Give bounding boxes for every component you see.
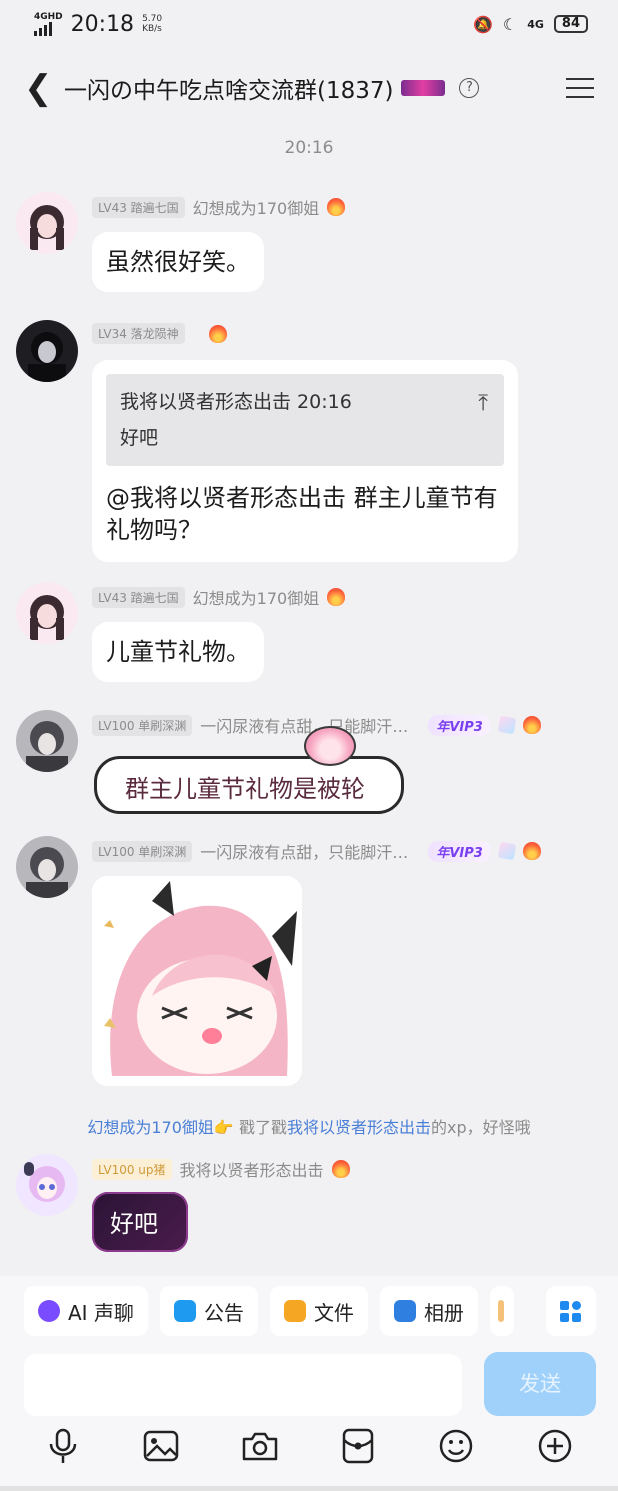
send-button[interactable]: 发送 — [484, 1352, 596, 1416]
sender-name[interactable]: 幻想成为170御姐 — [193, 585, 320, 609]
back-button[interactable]: ❮ — [24, 68, 58, 108]
vip-badge: 年VIP3 — [428, 840, 491, 862]
clock: 20:18 — [70, 11, 135, 37]
fire-icon — [331, 1160, 350, 1178]
image-icon[interactable] — [141, 1426, 181, 1466]
avatar[interactable] — [16, 582, 78, 644]
input-toolbar: AI 声聊 公告 文件 相册 发送 — [0, 1276, 618, 1486]
level-badge: LV100 单刷深渊 — [92, 840, 193, 862]
fire-icon — [327, 588, 346, 606]
apps-grid-icon — [560, 1300, 581, 1322]
message-bubble[interactable]: 儿童节礼物。 — [92, 622, 264, 682]
fire-icon — [327, 198, 346, 216]
fire-icon — [208, 324, 227, 343]
level-badge: LV34 落龙陨神 — [92, 323, 185, 344]
quoted-message[interactable]: 我将以贤者形态出击 20:16 好吧 ⤒ — [106, 374, 504, 466]
level-badge: LV100 up猪 — [92, 1158, 172, 1180]
status-bar: 4GHD 20:18 5.70 KB/s 🔕 ☾ 4G 84 — [0, 0, 618, 48]
avatar[interactable] — [16, 192, 78, 254]
notice-target[interactable]: 我将以贤者形态出击 — [287, 1118, 431, 1137]
mute-icon: 🔕 — [472, 14, 493, 34]
signal-4g-icon: 4G — [527, 17, 544, 31]
avatar[interactable] — [16, 1154, 78, 1216]
chat-area[interactable]: 20:16 LV43 踏遍七国 幻想成为170御姐 虽然很好笑。 LV34 落龙… — [0, 126, 618, 1276]
ai-voice-icon — [38, 1300, 60, 1322]
moon-icon: ☾ — [502, 14, 518, 34]
network-indicator: 4GHD — [34, 12, 63, 36]
bottom-divider — [0, 1486, 618, 1491]
chip-album[interactable]: 相册 — [379, 1286, 478, 1336]
level-badge: LV43 踏遍七国 — [92, 196, 185, 218]
announcement-icon — [173, 1300, 196, 1322]
avatar[interactable] — [16, 710, 78, 772]
folder-icon — [283, 1300, 306, 1322]
chip-files[interactable]: 文件 — [269, 1286, 368, 1336]
sender-name[interactable]: 幻想成为170御姐 — [193, 195, 320, 219]
sender-name[interactable]: 一闪尿液有点甜，只能脚汗… — [200, 839, 408, 863]
avatar[interactable] — [16, 836, 78, 898]
level-badge: LV43 踏遍七国 — [92, 586, 185, 608]
chip-ai-voice[interactable]: AI 声聊 — [24, 1286, 148, 1336]
chip-more-partial[interactable] — [489, 1286, 514, 1336]
red-packet-icon[interactable] — [338, 1426, 378, 1466]
bubble-decoration-icon — [304, 726, 356, 766]
message-input[interactable] — [24, 1354, 462, 1416]
notice-actor[interactable]: 幻想成为170御姐 — [87, 1118, 214, 1137]
input-icons-row — [0, 1426, 618, 1466]
apps-button[interactable] — [546, 1286, 596, 1336]
sticker-image[interactable] — [92, 876, 302, 1086]
battery-indicator: 84 — [553, 15, 588, 33]
jump-to-quote-icon[interactable]: ⤒ — [478, 386, 488, 422]
sender-name[interactable]: 我将以贤者形态出击 — [180, 1157, 324, 1181]
message-timestamp: 20:16 — [284, 138, 334, 158]
microphone-icon[interactable] — [43, 1426, 83, 1466]
menu-icon[interactable] — [566, 78, 594, 98]
plus-icon[interactable] — [535, 1426, 575, 1466]
cube-badge-icon — [497, 715, 517, 735]
chip-announcement[interactable]: 公告 — [159, 1286, 258, 1336]
net-speed: 5.70 KB/s — [142, 14, 163, 34]
sender-name[interactable]: 一闪尿液有点甜，只能脚汗… — [200, 713, 408, 737]
level-badge: LV100 单刷深渊 — [92, 714, 193, 736]
message-bubble[interactable]: 我将以贤者形态出击 20:16 好吧 ⤒ @我将以贤者形态出击 群主儿童节有礼物… — [92, 360, 518, 562]
chat-header: ❮ 一闪の中午吃点啥交流群(1837) ? — [0, 52, 618, 124]
message-bubble[interactable]: 群主儿童节礼物是被轮 — [94, 756, 404, 814]
group-tag-badge — [401, 80, 446, 96]
quick-actions: AI 声聊 公告 文件 相册 — [24, 1286, 514, 1336]
emoji-icon[interactable] — [436, 1426, 476, 1466]
fire-icon — [522, 716, 541, 734]
cube-badge-icon — [497, 841, 517, 861]
message-bubble[interactable]: 虽然很好笑。 — [92, 232, 264, 292]
avatar[interactable] — [16, 320, 78, 382]
ear-icon[interactable]: ? — [459, 78, 480, 98]
partial-icon — [497, 1300, 504, 1322]
message-bubble[interactable]: 好吧 — [92, 1192, 188, 1252]
album-icon — [393, 1300, 416, 1322]
system-notice: 幻想成为170御姐👉 戳了戳我将以贤者形态出击的xp，好怪哦 — [87, 1118, 531, 1137]
poke-hand-icon: 👉 — [213, 1118, 234, 1137]
camera-icon[interactable] — [240, 1426, 280, 1466]
vip-badge: 年VIP3 — [428, 714, 491, 736]
group-title[interactable]: 一闪の中午吃点啥交流群(1837) — [64, 71, 393, 105]
fire-icon — [522, 842, 541, 860]
